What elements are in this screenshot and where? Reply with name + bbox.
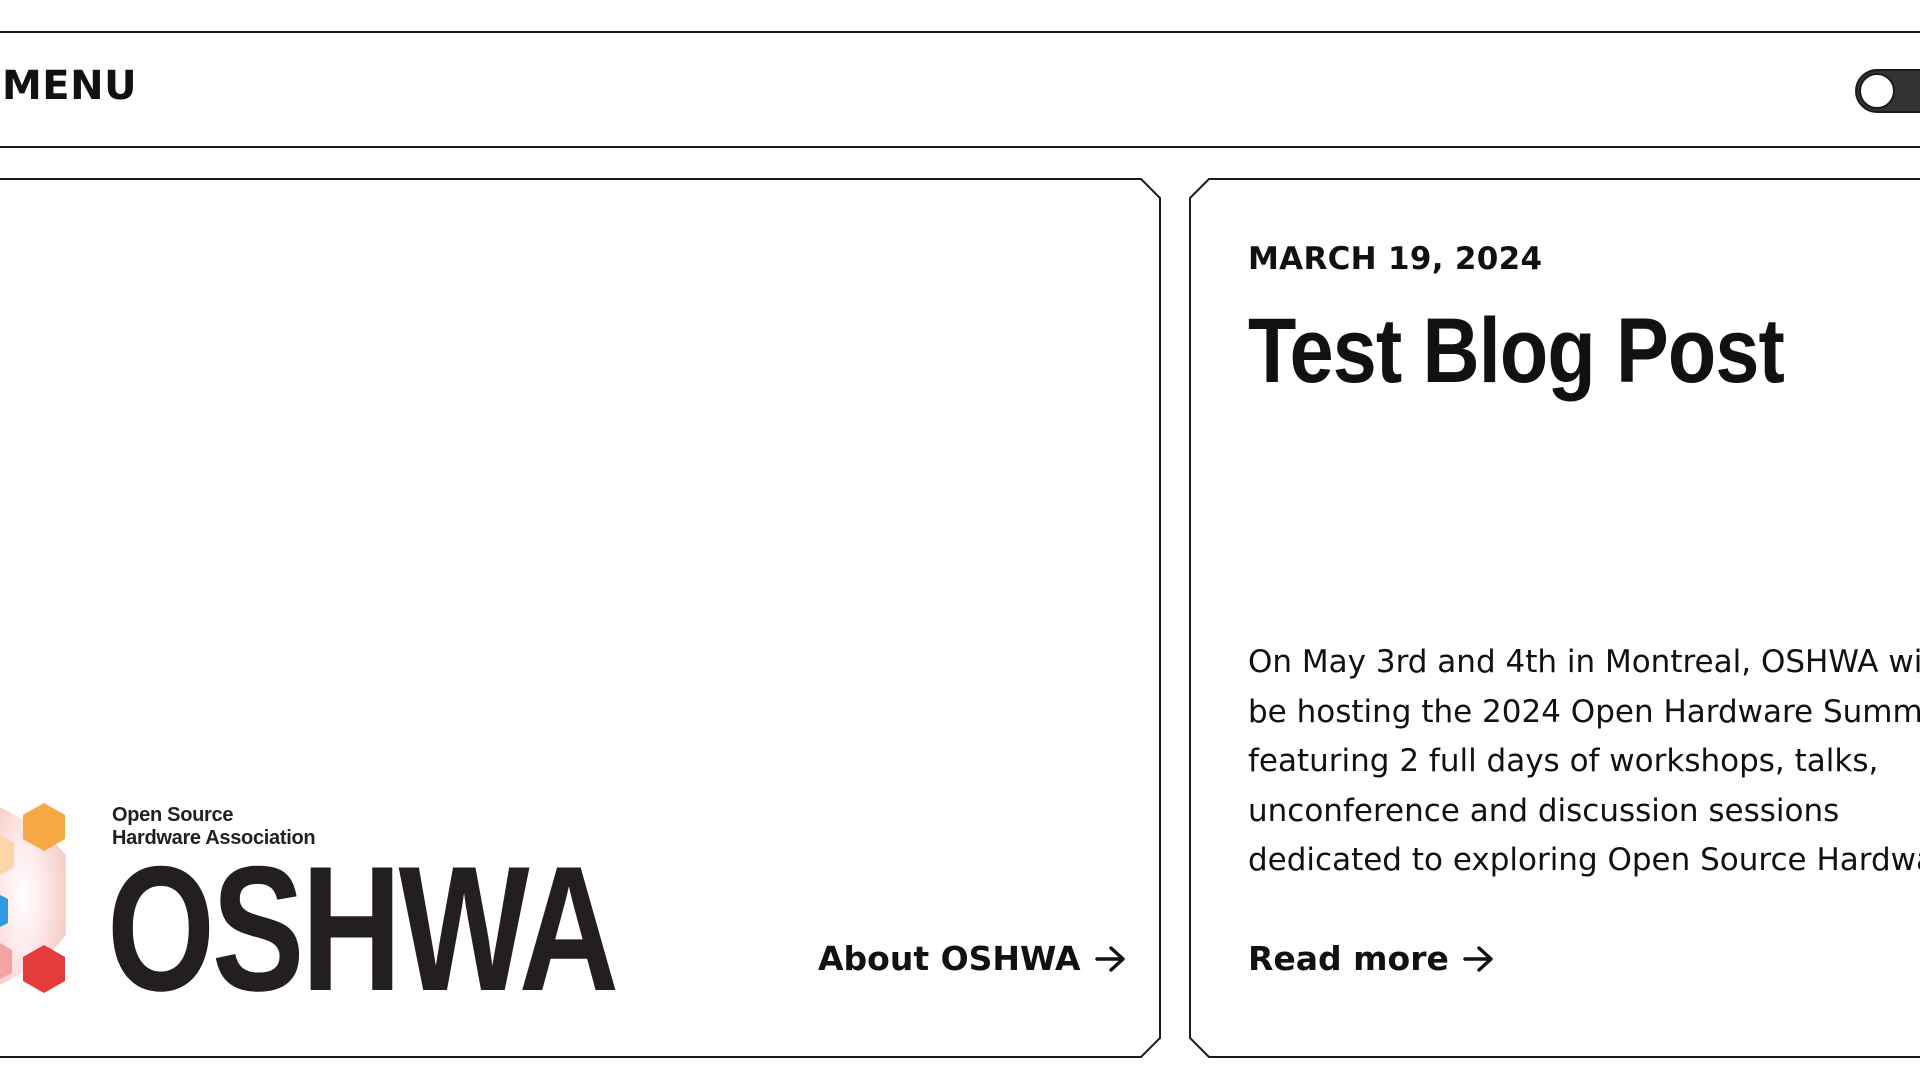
logo-wordmark: OSHWA xyxy=(107,829,619,1028)
oshwa-logo: Open Source Hardware Association OSHWA xyxy=(0,795,640,1018)
excerpt-line: On May 3rd and 4th in Montreal, OSHWA wi xyxy=(1248,644,1920,680)
menu-button[interactable]: MENU xyxy=(2,66,137,106)
about-oshwa-link[interactable]: About OSHWA xyxy=(818,942,1127,975)
theme-toggle-switch[interactable] xyxy=(1855,69,1920,113)
post-date: MARCH 19, 2024 xyxy=(1248,241,1543,277)
toggle-knob xyxy=(1859,73,1895,109)
top-navigation-bar: MENU xyxy=(0,31,1920,148)
read-more-link[interactable]: Read more xyxy=(1248,942,1495,975)
hexagon-logo-mark xyxy=(0,803,66,993)
excerpt-line: featuring 2 full days of workshops, talk… xyxy=(1248,743,1879,779)
excerpt-line: dedicated to exploring Open Source Hardw… xyxy=(1248,842,1920,878)
post-title[interactable]: Test Blog Post xyxy=(1248,305,1785,397)
read-more-label: Read more xyxy=(1248,939,1449,978)
excerpt-line: unconference and discussion sessions xyxy=(1248,792,1840,829)
about-oshwa-label: About OSHWA xyxy=(818,939,1081,978)
arrow-right-icon xyxy=(1094,945,1125,972)
logo-line-1: Open Source xyxy=(112,804,234,826)
post-excerpt: On May 3rd and 4th in Montreal, OSHWA wi… xyxy=(1248,638,1920,886)
arrow-right-icon xyxy=(1463,945,1493,972)
excerpt-line: be hosting the 2024 Open Hardware Summ xyxy=(1248,693,1920,730)
